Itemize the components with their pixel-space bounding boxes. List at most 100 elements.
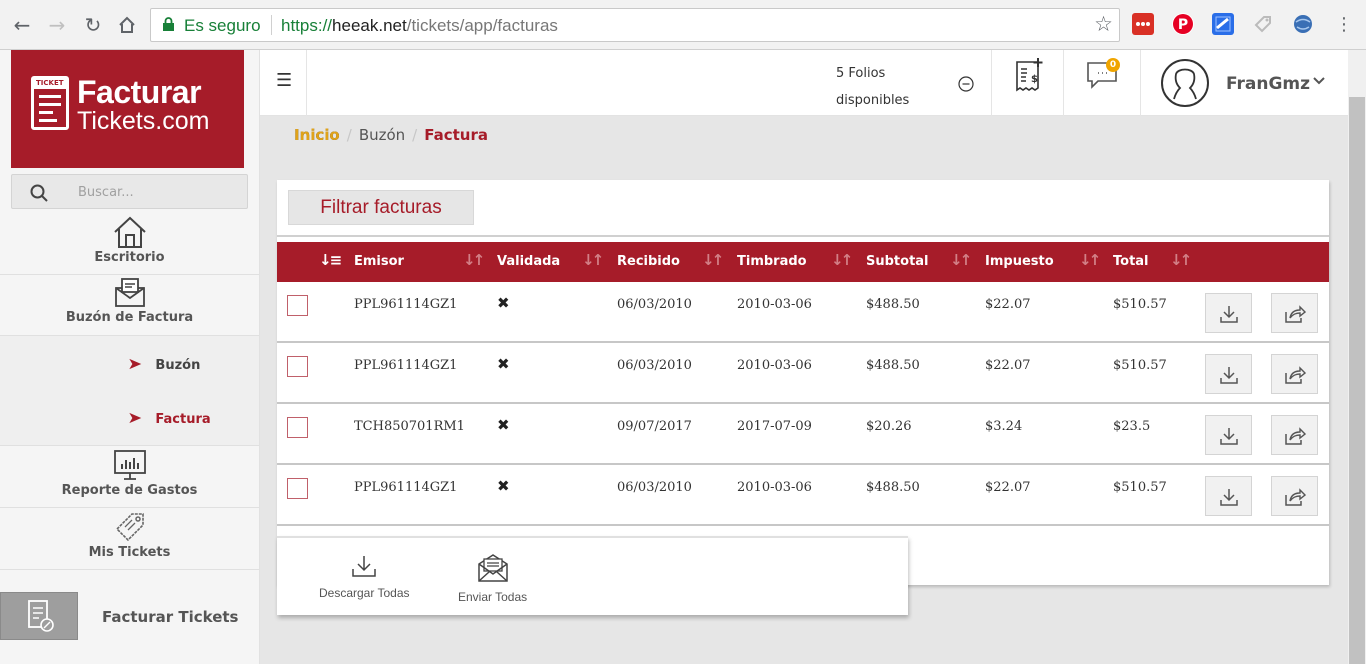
table-row: PPL961114GZ1 ✖ 06/03/2010 2010-03-06 $48…	[277, 465, 1329, 526]
caret-right-icon: ➤	[127, 408, 143, 427]
sort-icon[interactable]: ↓↑	[1079, 251, 1101, 269]
sidebar-subitem-buzon[interactable]: ➤ Buzón	[127, 354, 200, 373]
cell-emisor: PPL961114GZ1	[354, 480, 458, 495]
share-icon	[1284, 366, 1306, 384]
sort-icon[interactable]: ↓↑	[831, 251, 853, 269]
filter-invoices-button[interactable]: Filtrar facturas	[288, 190, 474, 225]
table-row: PPL961114GZ1 ✖ 06/03/2010 2010-03-06 $48…	[277, 343, 1329, 404]
row-checkbox[interactable]	[287, 295, 308, 316]
header-divider	[991, 50, 992, 116]
column-header-emisor[interactable]: Emisor	[354, 254, 404, 269]
download-button[interactable]	[1205, 415, 1252, 455]
extension-globe-icon[interactable]	[1292, 13, 1314, 35]
cell-total: $510.57	[1113, 480, 1167, 495]
cell-timbrado: 2010-03-06	[737, 480, 812, 495]
add-receipt-icon[interactable]: $	[1014, 58, 1044, 92]
address-bar[interactable]: Es seguro https://heeak.net/tickets/app/…	[150, 8, 1120, 42]
extension-pinterest-icon[interactable]: P	[1172, 13, 1194, 35]
omnibox-divider	[271, 15, 272, 35]
column-header-validada[interactable]: Validada	[497, 254, 560, 269]
breadcrumb-buzon[interactable]: Buzón	[359, 126, 405, 144]
share-button[interactable]	[1271, 354, 1318, 394]
share-button[interactable]	[1271, 415, 1318, 455]
forward-icon[interactable]: →	[45, 13, 69, 37]
cell-subtotal: $488.50	[866, 480, 920, 495]
table-header: ↓≡ Emisor ↓↑ Validada ↓↑ Recibido ↓↑ Tim…	[277, 242, 1329, 282]
sidebar-item-escritorio[interactable]: Escritorio	[0, 214, 259, 275]
svg-text:$: $	[1031, 74, 1038, 85]
breadcrumb-home[interactable]: Inicio	[294, 126, 340, 144]
cell-emisor: PPL961114GZ1	[354, 358, 458, 373]
cell-subtotal: $488.50	[866, 358, 920, 373]
extension-tag-icon[interactable]	[1252, 13, 1274, 35]
cell-impuesto: $3.24	[985, 419, 1023, 434]
ticket-logo-icon: TICKET	[31, 76, 69, 130]
cell-timbrado: 2010-03-06	[737, 358, 812, 373]
cell-recibido: 09/07/2017	[617, 419, 692, 434]
hamburger-menu-icon[interactable]: ☰	[276, 70, 292, 91]
cell-total: $510.57	[1113, 297, 1167, 312]
minus-circle-icon[interactable]	[958, 76, 974, 92]
cell-recibido: 06/03/2010	[617, 297, 692, 312]
url-text[interactable]: https://heeak.net/tickets/app/facturas	[281, 16, 558, 36]
download-button[interactable]	[1205, 476, 1252, 516]
sidebar-subitem-factura[interactable]: ➤ Factura	[127, 408, 210, 427]
sort-order-icon[interactable]: ↓≡	[319, 251, 342, 269]
column-header-subtotal[interactable]: Subtotal	[866, 254, 929, 269]
header-divider	[306, 50, 307, 116]
user-avatar[interactable]	[1160, 58, 1210, 108]
column-header-impuesto[interactable]: Impuesto	[985, 254, 1054, 269]
cell-impuesto: $22.07	[985, 358, 1031, 373]
download-button[interactable]	[1205, 354, 1252, 394]
share-icon	[1284, 488, 1306, 506]
table-row: TCH850701RM1 ✖ 09/07/2017 2017-07-09 $20…	[277, 404, 1329, 465]
breadcrumb: Inicio / Buzón / Factura	[294, 126, 488, 144]
facturar-tickets-button[interactable]: Facturar Tickets	[0, 592, 259, 642]
cell-recibido: 06/03/2010	[617, 358, 692, 373]
caret-right-icon: ➤	[127, 354, 143, 373]
sidebar-item-reporte[interactable]: Reporte de Gastos	[0, 447, 259, 508]
home-icon[interactable]	[115, 13, 139, 37]
share-button[interactable]	[1271, 293, 1318, 333]
brand-logo[interactable]: TICKET Facturar Tickets.com	[11, 50, 244, 168]
search-input[interactable]	[78, 180, 238, 204]
share-button[interactable]	[1271, 476, 1318, 516]
column-header-recibido[interactable]: Recibido	[617, 254, 680, 269]
sort-icon[interactable]: ↓↑	[463, 251, 485, 269]
sort-icon[interactable]: ↓↑	[582, 251, 604, 269]
back-icon[interactable]: ←	[10, 13, 34, 37]
download-all-button[interactable]: Descargar Todas	[319, 554, 410, 600]
extension-lastpass-icon[interactable]	[1132, 13, 1154, 35]
row-checkbox[interactable]	[287, 478, 308, 499]
sidebar-item-buzon-factura[interactable]: Buzón de Factura	[0, 276, 259, 336]
top-header: ☰ 5 Folios disponibles $ 0 FranGmz	[260, 50, 1348, 116]
send-all-button[interactable]: Enviar Todas	[458, 554, 527, 604]
share-icon	[1284, 427, 1306, 445]
chevron-down-icon[interactable]	[1312, 76, 1326, 86]
browser-menu-icon[interactable]: ⋮	[1332, 13, 1356, 37]
price-tag-icon	[115, 513, 144, 542]
sidebar-item-mis-tickets[interactable]: Mis Tickets	[0, 509, 259, 570]
header-divider	[1063, 50, 1064, 116]
download-icon	[1219, 428, 1238, 445]
row-checkbox[interactable]	[287, 356, 308, 377]
browser-toolbar: ← → ↻ Es seguro https://heeak.net/ticket…	[0, 0, 1366, 50]
download-button[interactable]	[1205, 293, 1252, 333]
reload-icon[interactable]: ↻	[81, 13, 105, 37]
sort-icon[interactable]: ↓↑	[702, 251, 724, 269]
column-header-timbrado[interactable]: Timbrado	[737, 254, 807, 269]
bookmark-star-icon[interactable]: ☆	[1094, 12, 1113, 36]
not-validated-icon: ✖	[497, 355, 510, 373]
row-checkbox[interactable]	[287, 417, 308, 438]
cell-total: $23.5	[1113, 419, 1151, 434]
sort-icon[interactable]: ↓↑	[1170, 251, 1192, 269]
bulk-actions-panel: Descargar Todas Enviar Todas	[277, 536, 908, 615]
cell-impuesto: $22.07	[985, 297, 1031, 312]
scrollbar-thumb[interactable]	[1349, 97, 1365, 664]
sort-icon[interactable]: ↓↑	[950, 251, 972, 269]
download-icon	[1219, 306, 1238, 323]
username[interactable]: FranGmz	[1226, 74, 1310, 94]
extension-share-icon[interactable]	[1212, 13, 1234, 35]
cell-timbrado: 2017-07-09	[737, 419, 812, 434]
column-header-total[interactable]: Total	[1113, 254, 1149, 269]
